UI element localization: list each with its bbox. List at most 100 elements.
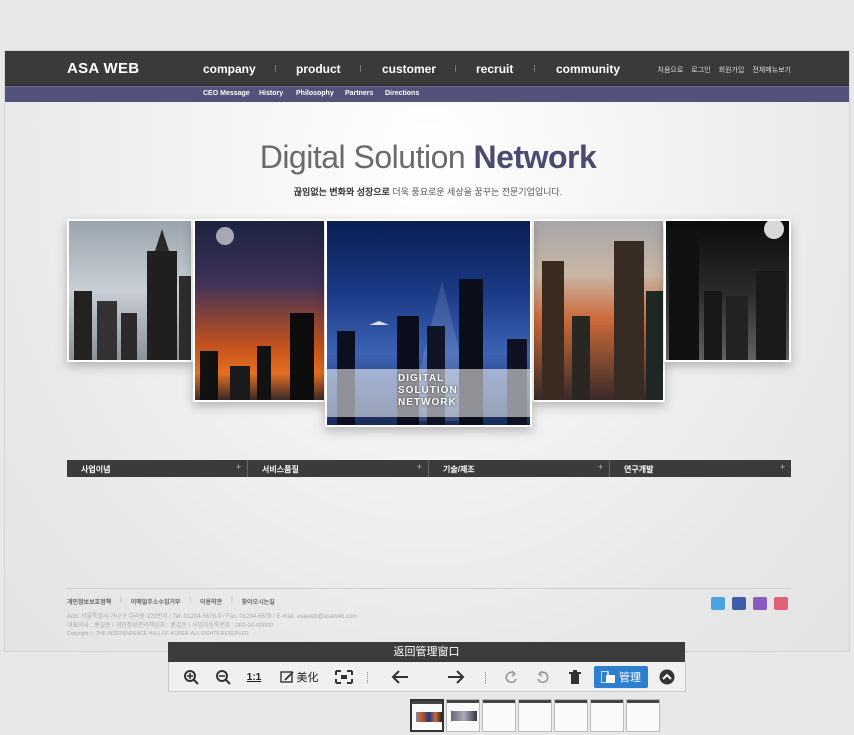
rotate-left-icon[interactable]: [501, 667, 521, 687]
beautify-button[interactable]: 美化: [277, 667, 321, 687]
footer-company-info: 대표이사 : 홍길동 / 개인정보관리책임자 : 홍길순 / 사업자등록번호 :…: [67, 623, 273, 629]
subnav-partners[interactable]: Partners: [345, 90, 373, 97]
footer-link-terms[interactable]: 이용약관: [200, 597, 222, 606]
footer-link-separator: |: [189, 597, 191, 603]
nav-separator: [360, 65, 361, 72]
nav-customer[interactable]: customer: [382, 62, 436, 76]
manage-button[interactable]: 管理: [594, 666, 648, 688]
collapse-up-icon[interactable]: [657, 667, 677, 687]
gallery-panel-2[interactable]: [193, 219, 326, 402]
thumbnail-4[interactable]: [518, 699, 552, 732]
gallery-panel-1[interactable]: [67, 219, 193, 362]
footer-copyright: Copyright ⓒ THE INDEPENDENCE HALL OF KOR…: [67, 631, 250, 637]
nav-product[interactable]: product: [296, 62, 341, 76]
util-home-link[interactable]: 처음으로: [658, 65, 684, 75]
footer-divider: [67, 588, 791, 589]
thumbnail-preview: [412, 701, 442, 704]
fullscreen-icon[interactable]: [333, 667, 355, 687]
nav-separator: [534, 65, 535, 72]
tab-label: 연구개발: [624, 465, 654, 474]
rotate-right-icon[interactable]: [533, 667, 553, 687]
hero-title: Digital Solution Network: [5, 139, 849, 176]
toolbar-separator: [485, 672, 487, 683]
city-sunset-image: [200, 227, 314, 400]
manage-icon: [601, 671, 615, 683]
footer-link-separator: |: [120, 597, 122, 603]
nav-community[interactable]: community: [556, 62, 620, 76]
thumbnail-7[interactable]: [626, 699, 660, 732]
thumbnail-preview: [447, 700, 479, 703]
tab-label: 사업이념: [81, 465, 111, 474]
nav-separator: [455, 65, 456, 72]
actual-size-button[interactable]: 1:1: [243, 667, 265, 687]
footer-link-email-refusal[interactable]: 이메일주소수집거부: [131, 597, 181, 606]
overlay-line-2: SOLUTION: [398, 385, 458, 396]
plus-icon: +: [779, 462, 785, 472]
hero-subtitle-bold: 끊임없는 변화와 성장으로: [293, 187, 390, 197]
nav-recruit[interactable]: recruit: [476, 62, 513, 76]
tab-research-development[interactable]: 연구개발 +: [610, 460, 791, 477]
thumbnail-preview: [483, 700, 515, 703]
thumbnail-preview: [451, 711, 477, 721]
thumbnail-5[interactable]: [554, 699, 588, 732]
city-moon-image: [669, 221, 786, 360]
thumbnail-3[interactable]: [482, 699, 516, 732]
util-join-link[interactable]: 회원가입: [719, 65, 745, 75]
thumbnail-preview: [591, 700, 623, 703]
nav-company[interactable]: company: [203, 62, 256, 76]
image-viewer-toolbar: 1:1 美化 管理: [168, 662, 686, 692]
site-logo[interactable]: ASA WEB: [67, 60, 139, 77]
toolbar-separator: [367, 672, 369, 683]
tab-label: 서비스품질: [262, 465, 299, 474]
tab-service-quality[interactable]: 서비스품질 +: [248, 460, 429, 477]
beautify-label: 美化: [296, 672, 319, 684]
web-page-frame: ASA WEB company product customer recruit…: [4, 50, 850, 652]
city-skyline-image: [74, 229, 191, 360]
zoom-in-icon[interactable]: [181, 667, 201, 687]
sub-navigation: CEO Message History Philosophy Partners …: [5, 86, 849, 102]
trash-icon[interactable]: [565, 667, 585, 687]
thumbnail-6[interactable]: [590, 699, 624, 732]
digital-solution-network-overlay: DIGITAL SOLUTION NETWORK: [327, 369, 530, 417]
gallery-panel-center[interactable]: DIGITAL SOLUTION NETWORK: [325, 219, 532, 427]
tab-business-philosophy[interactable]: 사업이념 +: [67, 460, 248, 477]
return-to-manager-bar[interactable]: 返回管理窗口: [168, 642, 685, 662]
hero-title-bold: Network: [473, 139, 597, 175]
gallery-panel-5[interactable]: [664, 219, 791, 362]
hero-subtitle-rest: 더욱 풍요로운 세상을 꿈꾸는 전문기업입니다.: [389, 187, 563, 197]
facebook-icon[interactable]: [732, 597, 746, 610]
manage-label: 管理: [619, 672, 641, 684]
thumbnail-preview: [416, 712, 442, 722]
util-login-link[interactable]: 로그인: [691, 65, 710, 75]
youtube-icon[interactable]: [774, 597, 788, 610]
subnav-directions[interactable]: Directions: [385, 90, 419, 97]
plus-icon: +: [235, 462, 241, 472]
subnav-history[interactable]: History: [259, 90, 283, 97]
tab-label: 기술/제조: [443, 465, 475, 474]
twitter-icon[interactable]: [711, 597, 725, 610]
zoom-out-icon[interactable]: [213, 667, 233, 687]
footer-link-separator: |: [231, 597, 233, 603]
thumbnail-1[interactable]: [410, 699, 444, 732]
footer-address: Add. 서울특별시 가나구 다라동 123번지 / Tel. 01234-56…: [67, 614, 358, 620]
hero-title-light: Digital Solution: [259, 139, 466, 175]
edit-icon: [279, 671, 294, 683]
instagram-icon[interactable]: [753, 597, 767, 610]
plus-icon: +: [597, 462, 603, 472]
footer-link-privacy[interactable]: 개인정보보호정책: [67, 597, 111, 606]
city-dusk-image: [542, 241, 663, 400]
footer-link-directions[interactable]: 찾아오시는길: [242, 597, 275, 606]
utility-links: 처음으로 로그인 회원가입 전체메뉴보기: [658, 65, 792, 75]
hero-subtitle: 끊임없는 변화와 성장으로 더욱 풍요로운 세상을 꿈꾸는 전문기업입니다.: [5, 185, 849, 198]
plus-icon: +: [416, 462, 422, 472]
thumbnail-2[interactable]: [446, 699, 480, 732]
next-arrow-icon[interactable]: [445, 667, 467, 687]
nav-separator: [275, 65, 276, 72]
subnav-philosophy[interactable]: Philosophy: [296, 90, 334, 97]
tab-tech-manufacturing[interactable]: 기술/제조 +: [429, 460, 610, 477]
subnav-ceo-message[interactable]: CEO Message: [203, 90, 250, 97]
util-sitemap-link[interactable]: 전체메뉴보기: [752, 65, 791, 75]
thumbnail-preview: [627, 700, 659, 703]
previous-arrow-icon[interactable]: [389, 667, 411, 687]
gallery-panel-4[interactable]: [532, 219, 665, 402]
